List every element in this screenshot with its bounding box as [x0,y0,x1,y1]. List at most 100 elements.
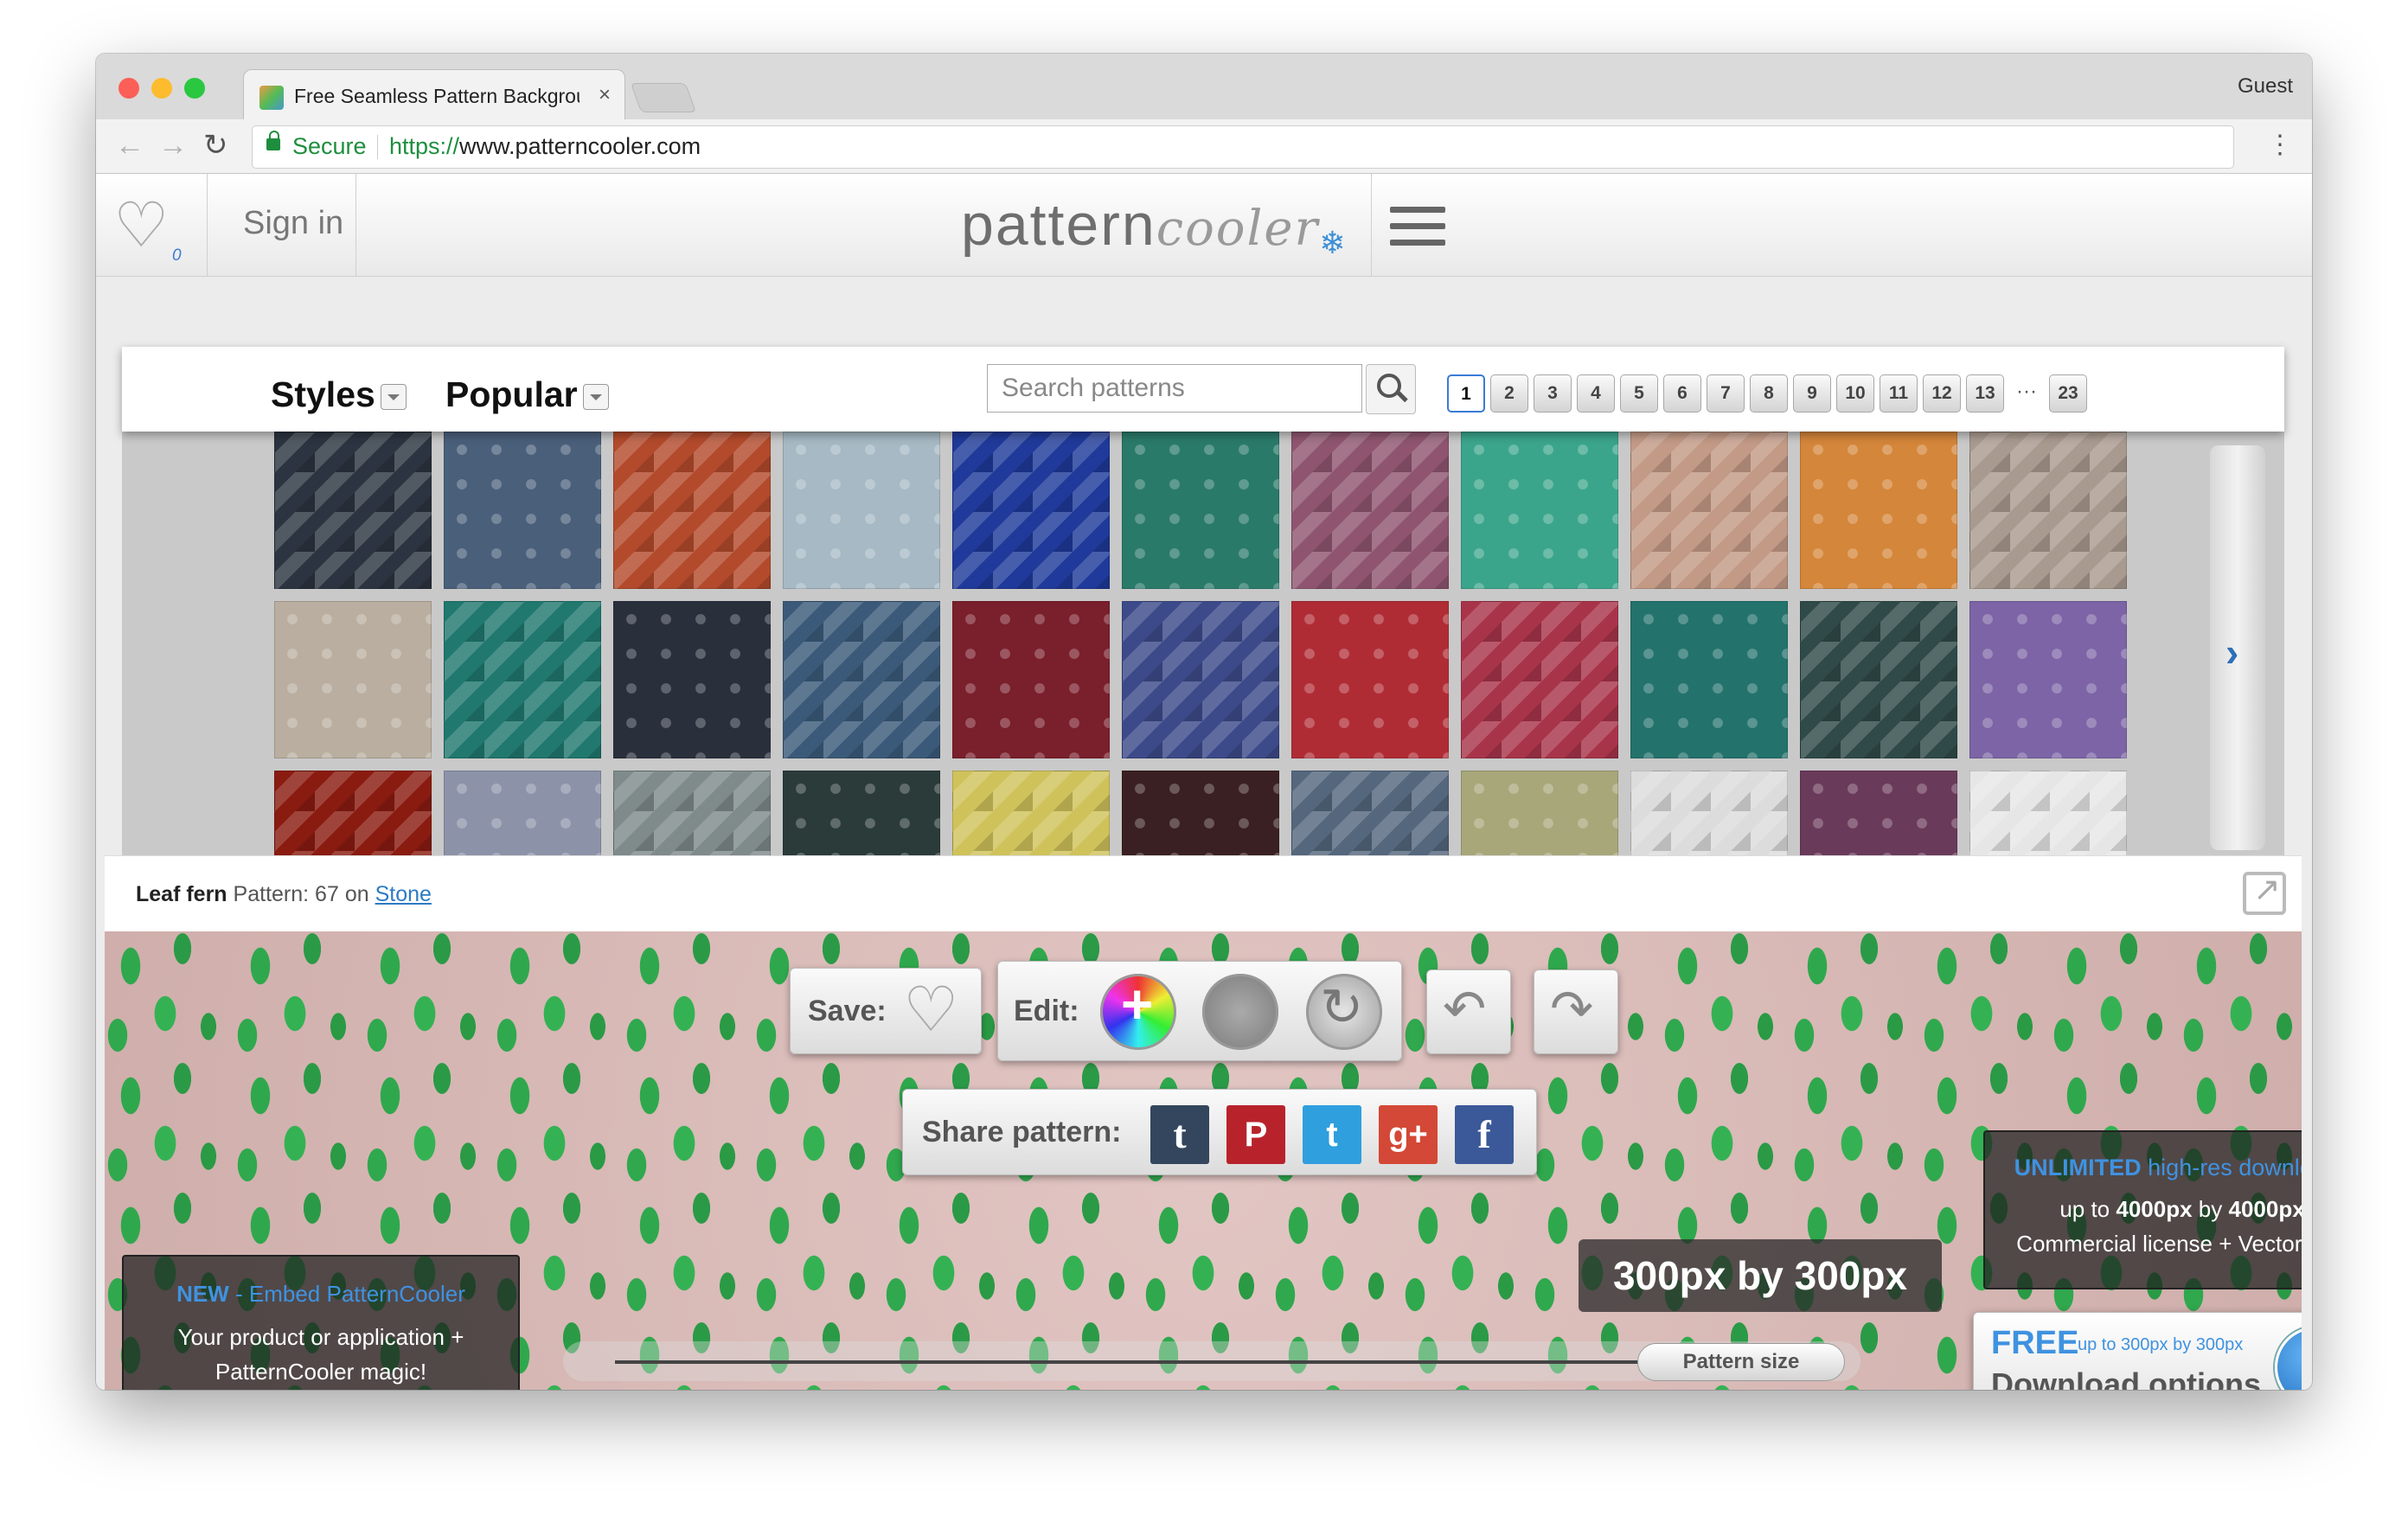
page-button-4[interactable]: 4 [1577,374,1615,413]
pattern-thumbnail[interactable] [274,771,432,855]
slider-line [615,1360,1722,1364]
pattern-thumbnail[interactable] [444,432,601,589]
new-tab-button[interactable] [630,83,697,112]
pattern-thumbnail[interactable] [1122,601,1279,758]
pattern-thumbnail[interactable] [1969,432,2127,589]
pattern-thumbnail[interactable] [274,601,432,758]
pattern-thumbnail[interactable] [1291,432,1449,589]
pattern-thumbnail[interactable] [783,432,940,589]
site-logo[interactable]: patterncooler❄ [961,191,1348,260]
unlimited-label: UNLIMITED [2014,1155,2142,1180]
unl-size-b: 4000px [2228,1196,2302,1222]
pattern-thumbnail[interactable] [952,601,1110,758]
page-button-last[interactable]: 23 [2049,374,2087,413]
pattern-thumbnail[interactable] [1800,432,1957,589]
tab-close-icon[interactable]: × [599,82,611,108]
pattern-thumbnail[interactable] [613,771,771,855]
pattern-thumbnail[interactable] [444,601,601,758]
favorites-heart-icon[interactable]: ♡ [113,195,170,257]
page-button-3[interactable]: 3 [1534,374,1572,413]
free-label: FREE [1991,1325,2079,1361]
pattern-thumbnail[interactable] [1800,601,1957,758]
pattern-thumbnail[interactable] [1630,601,1788,758]
pattern-size-readout: 300px by 300px [1579,1239,1942,1312]
back-arrow-icon[interactable]: ← [115,130,144,161]
pattern-thumbnail[interactable] [1969,771,2127,855]
pattern-thumbnail[interactable] [783,601,940,758]
pattern-thumbnail[interactable] [1461,771,1618,855]
embed-promo[interactable]: NEW - Embed PatternCooler Your product o… [122,1255,520,1390]
twitter-icon[interactable]: t [1303,1105,1361,1164]
redo-button[interactable] [1534,969,1618,1054]
pattern-thumbnail[interactable] [952,771,1110,855]
page-button-7[interactable]: 7 [1707,374,1745,413]
pattern-thumbnail[interactable] [613,432,771,589]
pattern-thumbnail[interactable] [1122,771,1279,855]
pattern-thumbnail[interactable] [444,771,601,855]
profile-label[interactable]: Guest [2238,74,2293,99]
texture-icon[interactable] [1202,974,1278,1050]
pattern-thumbnail[interactable] [783,771,940,855]
page-button-5[interactable]: 5 [1620,374,1658,413]
pattern-size-handle[interactable]: Pattern size [1637,1343,1845,1381]
unl-size-a: 4000px [2116,1196,2193,1222]
page-button-9[interactable]: 9 [1793,374,1831,413]
snowflake-icon: ❄ [1319,225,1348,260]
undo-button[interactable] [1426,969,1511,1054]
page-button-1[interactable]: 1 [1447,374,1485,413]
save-heart-icon[interactable]: ♡ [903,977,959,1043]
styles-label: Styles [271,374,375,414]
pattern-grid [274,432,2127,855]
pattern-thumbnail[interactable] [1461,601,1618,758]
pattern-thumbnail[interactable] [274,432,432,589]
popular-dropdown[interactable]: Popular [445,374,609,415]
minimize-window-button[interactable] [151,78,172,99]
url-text[interactable]: https://www.patterncooler.com [389,133,701,160]
styles-dropdown[interactable]: Styles [271,374,407,415]
url-protocol: https:// [389,133,460,159]
page-button-12[interactable]: 12 [1923,374,1961,413]
gallery-next-button[interactable]: › [2210,445,2265,850]
page-button-6[interactable]: 6 [1663,374,1701,413]
background-link[interactable]: Stone [375,882,432,906]
pinterest-icon[interactable]: P [1226,1105,1285,1164]
pattern-thumbnail[interactable] [1122,432,1279,589]
sign-in-link[interactable]: Sign in [243,205,343,242]
pattern-thumbnail[interactable] [1969,601,2127,758]
pattern-thumbnail[interactable] [1291,601,1449,758]
pattern-thumbnail[interactable] [952,432,1110,589]
address-bar[interactable]: Secure https://www.patterncooler.com [252,125,2234,169]
reload-icon[interactable]: ↻ [203,130,228,161]
google-plus-icon[interactable]: g+ [1379,1105,1438,1164]
pattern-thumbnail[interactable] [1461,432,1618,589]
tumblr-icon[interactable]: t [1150,1105,1209,1164]
page-button-8[interactable]: 8 [1750,374,1788,413]
randomize-icon[interactable] [1306,974,1382,1050]
download-options-button[interactable]: FREE up to 300px by 300px Download optio… [1973,1312,2302,1390]
close-window-button[interactable] [118,78,139,99]
color-picker-icon[interactable] [1100,972,1176,1050]
search-input[interactable] [987,364,1362,413]
pattern-thumbnail[interactable] [1800,771,1957,855]
unlimited-rest: high-res downloads [2148,1155,2302,1180]
secure-label: Secure [292,133,367,159]
forward-arrow-icon[interactable]: → [158,130,188,161]
browser-menu-icon[interactable]: ⋮ [2267,130,2293,161]
zoom-window-button[interactable] [184,78,205,99]
hamburger-menu-icon[interactable] [1390,207,1445,246]
page-button-10[interactable]: 10 [1836,374,1874,413]
unlimited-promo[interactable]: UNLIMITED high-res downloads up to 4000p… [1983,1130,2302,1289]
pattern-thumbnail[interactable] [1630,432,1788,589]
search-icon[interactable] [1366,364,1416,414]
logo-pattern-text: pattern [961,192,1156,258]
facebook-icon[interactable]: f [1455,1105,1514,1164]
pattern-thumbnail[interactable] [613,601,771,758]
open-external-icon[interactable] [2243,870,2286,915]
pattern-size-slider[interactable]: Pattern size [563,1341,1860,1381]
pattern-thumbnail[interactable] [1291,771,1449,855]
pattern-thumbnail[interactable] [1630,771,1788,855]
page-button-2[interactable]: 2 [1490,374,1528,413]
page-button-13[interactable]: 13 [1966,374,2004,413]
page-button-11[interactable]: 11 [1880,374,1918,413]
browser-tab[interactable]: Free Seamless Pattern Background × [243,69,625,120]
